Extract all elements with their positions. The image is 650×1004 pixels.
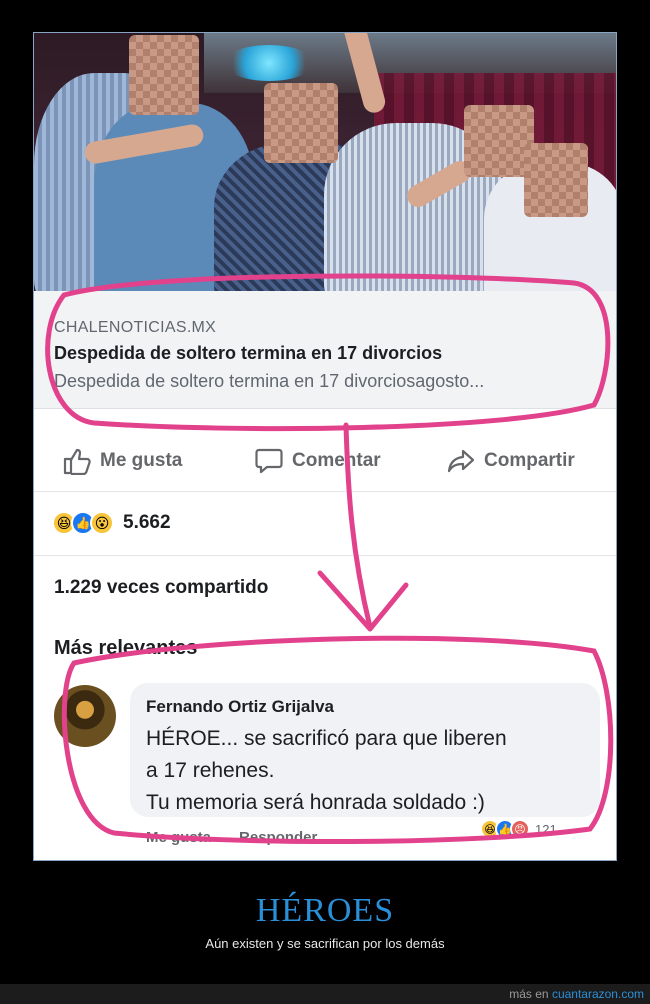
comment-bubble: Fernando Ortiz Grijalva HÉROE... se sacr… — [130, 683, 600, 817]
like-button[interactable]: Me gusta — [62, 447, 182, 475]
page-subtitle: Aún existen y se sacrifican por los demá… — [205, 936, 445, 951]
link-preview-card[interactable]: CHALENOTICIAS.MX Despedida de soltero te… — [34, 291, 616, 409]
post-photo[interactable] — [34, 33, 616, 291]
comment-actions: Me gusta Responder — [146, 829, 317, 846]
reaction-count: 5.662 — [123, 512, 171, 533]
comment-text-line: Tu memoria será honrada soldado :) — [146, 791, 485, 814]
avatar[interactable] — [54, 685, 116, 747]
site-credit-prefix: más en — [509, 987, 549, 1001]
comment-like-link[interactable]: Me gusta — [146, 829, 211, 846]
photo-neon-light — [224, 45, 314, 81]
comment-button[interactable]: Comentar — [254, 447, 381, 475]
share-count[interactable]: 1.229 veces compartido — [54, 577, 268, 599]
pixelated-face — [524, 143, 588, 217]
comment-icon — [255, 448, 283, 474]
wow-icon: 😮 — [90, 511, 114, 535]
page-title: HÉROES — [255, 892, 395, 929]
reactions-summary[interactable]: 😆 👍 😮 5.662 — [52, 511, 171, 535]
angry-icon: 😠 — [510, 819, 530, 839]
comment-reaction-count: 121 — [535, 821, 557, 837]
comments-sort-label[interactable]: Más relevantes — [54, 637, 197, 660]
thumbs-up-icon — [63, 448, 91, 475]
share-button[interactable]: Compartir — [446, 447, 575, 475]
comment-text-line: a 17 rehenes. — [146, 759, 275, 782]
link-description: Despedida de soltero termina en 17 divor… — [54, 371, 485, 391]
comment-reactions[interactable]: 😆 👍 😠 121 — [480, 819, 557, 839]
share-arrow-icon — [447, 449, 475, 473]
comment-button-label: Comentar — [292, 450, 381, 471]
pixelated-face — [264, 83, 338, 163]
link-domain: CHALENOTICIAS.MX — [54, 319, 217, 336]
comment-reply-link[interactable]: Responder — [239, 829, 317, 846]
comment-text-line: HÉROE... se sacrificó para que liberen — [146, 727, 507, 750]
divider — [34, 555, 616, 556]
share-button-label: Compartir — [484, 450, 575, 471]
like-button-label: Me gusta — [100, 450, 183, 471]
comment-author[interactable]: Fernando Ortiz Grijalva — [146, 697, 334, 717]
site-link[interactable]: cuantarazon.com — [552, 987, 644, 1001]
screenshot-frame: CHALENOTICIAS.MX Despedida de soltero te… — [33, 32, 617, 861]
marker-arrow-head — [317, 570, 409, 632]
divider — [34, 491, 616, 492]
pixelated-face — [129, 35, 199, 115]
post-actions-bar: Me gusta Comentar Compartir — [34, 433, 616, 489]
link-title[interactable]: Despedida de soltero termina en 17 divor… — [54, 343, 442, 364]
footer-bar: más en cuantarazon.com — [0, 984, 650, 1004]
site-credit: más en cuantarazon.com — [509, 987, 644, 1001]
